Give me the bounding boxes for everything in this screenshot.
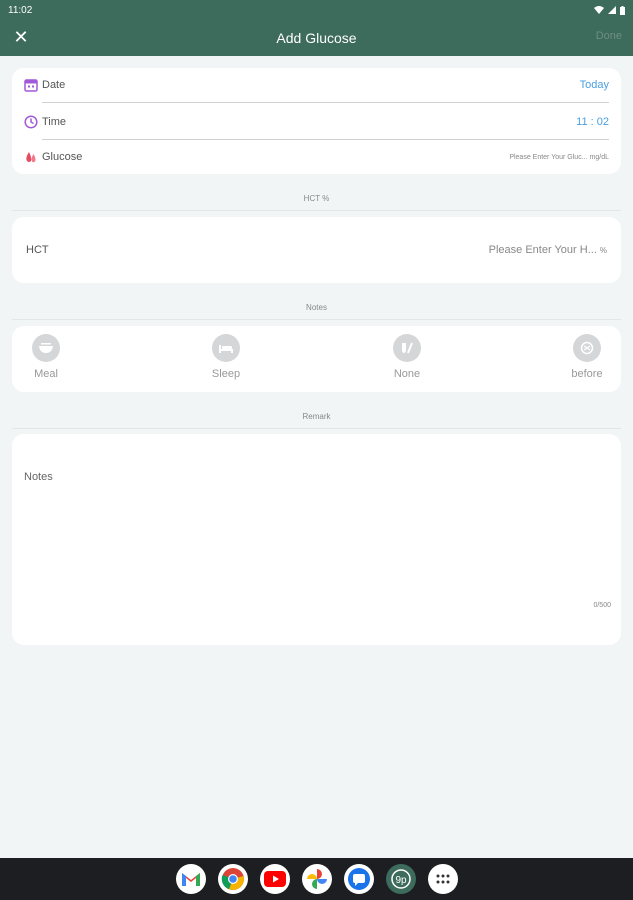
gmail-icon[interactable] [175,864,206,894]
youtube-icon[interactable] [259,864,290,894]
section-divider [12,428,621,429]
glucose-unit: mg/dL [589,153,609,161]
remark-card[interactable]: Notes 0/500 [12,434,621,645]
status-time: 11:02 [8,4,33,16]
dock: 9p [0,858,633,900]
notes-section-title: Notes [306,303,327,312]
remark-section-title: Remark [302,412,331,421]
none-icon [393,334,421,362]
sleep-icon [212,334,240,362]
time-label: Time [42,116,67,128]
clock-icon [24,115,38,129]
remark-textarea[interactable]: Notes [24,471,53,483]
note-option-meal[interactable]: Meal [20,334,72,380]
note-option-sleep[interactable]: Sleep [200,334,252,380]
divider [42,102,609,103]
glucose-input[interactable]: Please Enter Your Gluc... [509,154,587,161]
done-button[interactable]: Done [596,30,622,42]
signal-icon [608,6,616,14]
note-option-label: before [571,368,603,380]
hct-label: HCT [26,244,49,256]
date-label: Date [42,79,66,91]
chrome-icon[interactable] [217,864,248,894]
note-option-before[interactable]: before [561,334,613,380]
glucose-form-card: Date Today Time 11 : 02 Glucose Please E… [12,68,621,174]
close-icon[interactable]: ✕ [11,27,31,47]
time-value[interactable]: 11 : 02 [576,116,609,128]
time-row[interactable]: Time 11 : 02 [12,104,621,140]
calendar-icon [24,79,38,92]
hct-card: HCT Please Enter Your H... % [12,217,621,283]
section-divider [12,210,621,211]
character-counter: 0/500 [593,602,611,609]
status-bar: 11:02 [0,0,633,20]
section-divider [12,319,621,320]
blood-drop-icon [26,152,36,163]
meal-icon [32,334,60,362]
hct-unit: % [599,245,607,255]
notes-card: Meal Sleep None before [12,326,621,392]
messages-icon[interactable] [343,864,374,894]
app-drawer-icon[interactable] [427,864,458,894]
page-title: Add Glucose [276,30,357,46]
hct-input[interactable]: Please Enter Your H... [489,244,597,256]
svg-text:9p: 9p [395,875,407,886]
note-option-label: Sleep [211,368,241,380]
note-option-none[interactable]: None [381,334,433,380]
app-bar: ✕ Add Glucose Done [0,20,633,56]
date-row[interactable]: Date Today [12,68,621,102]
before-icon [573,334,601,362]
hct-section-title: HCT % [303,194,330,203]
note-option-label: Meal [34,368,58,380]
date-value[interactable]: Today [580,79,609,91]
battery-icon [620,5,625,15]
wifi-icon [594,6,604,14]
glucose-label: Glucose [42,151,83,163]
photos-icon[interactable] [301,864,332,894]
glucose-app-icon[interactable]: 9p [385,864,416,894]
note-option-label: None [393,368,421,380]
glucose-row[interactable]: Glucose Please Enter Your Gluc... mg/dL [12,140,621,174]
